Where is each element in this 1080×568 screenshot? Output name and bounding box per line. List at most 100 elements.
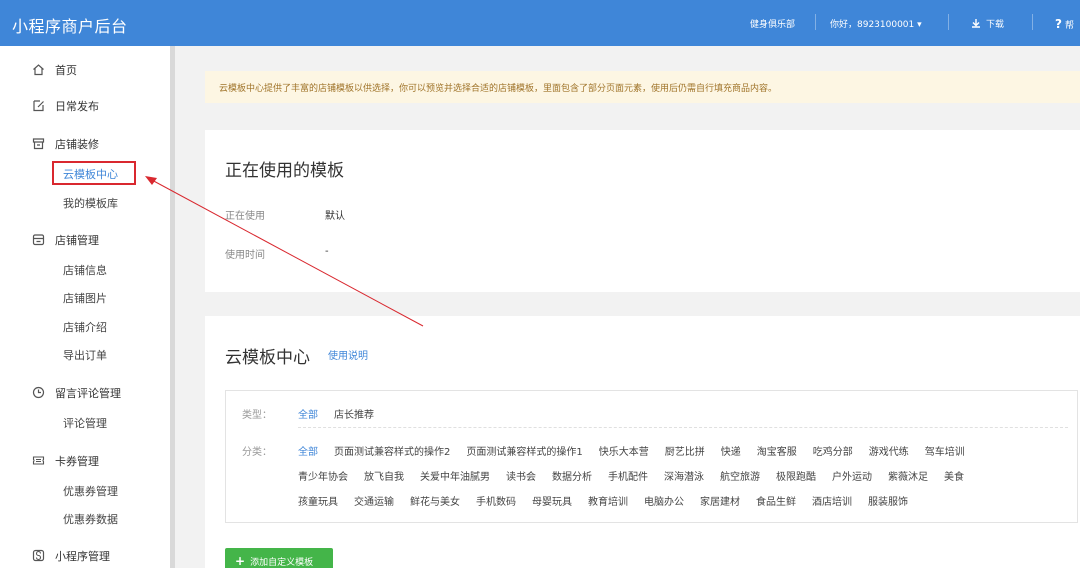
- category-option[interactable]: 交通运输: [354, 497, 394, 508]
- category-option[interactable]: 航空旅游: [720, 472, 760, 483]
- in-use-label: 正在使用: [225, 211, 265, 222]
- nav-store-intro[interactable]: 店铺介绍: [63, 319, 107, 335]
- add-custom-template-button[interactable]: + 添加自定义模板: [225, 548, 333, 568]
- category-option[interactable]: 关爱中年油腻男: [420, 472, 490, 483]
- current-template-title: 正在使用的模板: [225, 161, 344, 181]
- store-manage-icon: [32, 234, 45, 246]
- category-option[interactable]: 快递: [721, 447, 741, 458]
- plus-icon: +: [235, 554, 246, 568]
- nav-store-manage[interactable]: 店铺管理: [32, 232, 99, 248]
- category-option[interactable]: 孩童玩具: [298, 497, 338, 508]
- type-option[interactable]: 全部: [298, 410, 318, 421]
- category-option[interactable]: 吃鸡分部: [813, 447, 853, 458]
- nav-store-images[interactable]: 店铺图片: [63, 290, 107, 306]
- nav-shop-decorate[interactable]: 店铺装修: [32, 136, 99, 152]
- cloud-template-panel: 云模板中心 使用说明 类型： 全部 店长推荐 分类： 全部 页面测试兼容样式的操作2…: [205, 316, 1080, 568]
- in-use-value: 默认: [325, 211, 345, 222]
- template-filter: 类型： 全部 店长推荐 分类： 全部 页面测试兼容样式的操作2 页面测试兼容样式的操作…: [225, 390, 1078, 523]
- category-option[interactable]: 放飞自我: [364, 472, 404, 483]
- shop-icon: [32, 138, 45, 150]
- type-filter-options: 全部 店长推荐: [298, 406, 390, 421]
- type-filter-label: 类型：: [242, 410, 272, 421]
- nav-miniapp-manage-label: 小程序管理: [55, 550, 110, 563]
- category-option[interactable]: 家居建材: [700, 497, 740, 508]
- category-option[interactable]: 数据分析: [552, 472, 592, 483]
- filter-divider: [298, 427, 1068, 428]
- category-option[interactable]: 全部: [298, 447, 318, 458]
- category-option[interactable]: 手机配件: [608, 472, 648, 483]
- category-option[interactable]: 游戏代练: [869, 447, 909, 458]
- ticket-icon: [32, 456, 45, 465]
- nav-coupon-manage-label: 卡券管理: [55, 455, 99, 468]
- type-option[interactable]: 店长推荐: [334, 410, 374, 421]
- category-option[interactable]: 手机数码: [476, 497, 516, 508]
- add-custom-template-label: 添加自定义模板: [250, 558, 314, 568]
- nav-store-info[interactable]: 店铺信息: [63, 262, 107, 278]
- usage-instructions-link[interactable]: 使用说明: [328, 347, 368, 362]
- category-option[interactable]: 极限跑酷: [776, 472, 816, 483]
- category-options-row-3: 孩童玩具 交通运输 鲜花与美女 手机数码 母婴玩具 教育培训 电脑办公 家居建材 食品生鲜 酒店培…: [298, 493, 924, 508]
- nav-coupon-list[interactable]: 优惠券管理: [63, 483, 118, 499]
- category-option[interactable]: 服装服饰: [868, 497, 908, 508]
- active-highlight-box: [52, 161, 136, 185]
- nav-export-orders[interactable]: 导出订单: [63, 347, 107, 363]
- clock-icon: [32, 386, 45, 399]
- category-option[interactable]: 母婴玩具: [532, 497, 572, 508]
- account-menu[interactable]: 你好，8923100001 ▾: [830, 17, 922, 30]
- nav-store-manage-label: 店铺管理: [55, 234, 99, 247]
- category-option[interactable]: 读书会: [506, 472, 536, 483]
- download-icon: [972, 19, 980, 28]
- sidebar-scrollbar[interactable]: [170, 46, 175, 568]
- nav-coupon-manage[interactable]: 卡券管理: [32, 453, 99, 469]
- download-button[interactable]: 下载: [971, 17, 1004, 30]
- category-option[interactable]: 酒店培训: [812, 497, 852, 508]
- brand-title[interactable]: 小程序商户后台: [12, 13, 128, 37]
- category-option[interactable]: 快乐大本营: [599, 447, 649, 458]
- help-label: 帮: [1064, 21, 1074, 31]
- divider: [1032, 14, 1033, 30]
- app-icon: [32, 549, 45, 562]
- category-option[interactable]: 电脑办公: [644, 497, 684, 508]
- category-option[interactable]: 户外运动: [832, 472, 872, 483]
- nav-daily-publish[interactable]: 日常发布: [32, 98, 99, 114]
- category-option[interactable]: 厨艺比拼: [665, 447, 705, 458]
- divider: [948, 14, 949, 30]
- nav-daily-publish-label: 日常发布: [55, 100, 99, 113]
- usage-time-value: -: [325, 246, 329, 257]
- cloud-template-title: 云模板中心: [225, 348, 310, 368]
- nav-my-template-library[interactable]: 我的模板库: [63, 195, 118, 211]
- store-name-link[interactable]: 健身俱乐部: [750, 17, 795, 30]
- nav-shop-decorate-label: 店铺装修: [55, 138, 99, 151]
- category-option[interactable]: 深海潜泳: [664, 472, 704, 483]
- category-option[interactable]: 食品生鲜: [756, 497, 796, 508]
- top-bar: 小程序商户后台 健身俱乐部 你好，8923100001 ▾ 下载 ? 帮: [0, 0, 1080, 46]
- home-icon: [33, 64, 44, 76]
- category-option[interactable]: 淘宝客服: [757, 447, 797, 458]
- nav-home-label: 首页: [55, 64, 77, 77]
- nav-home[interactable]: 首页: [32, 62, 77, 78]
- category-option[interactable]: 鲜花与美女: [410, 497, 460, 508]
- category-option[interactable]: 页面测试兼容样式的操作1: [466, 447, 582, 458]
- divider: [815, 14, 816, 30]
- help-icon: ?: [1055, 17, 1062, 31]
- category-option[interactable]: 青少年协会: [298, 472, 348, 483]
- notice-banner: 云模板中心提供了丰富的店铺模板以供选择，你可以预览并选择合适的店铺模板，里面包含…: [205, 71, 1080, 103]
- current-template-panel: 正在使用的模板 正在使用 默认 使用时间 -: [205, 130, 1080, 292]
- help-button[interactable]: ? 帮: [1055, 17, 1074, 31]
- category-options-row-2: 青少年协会 放飞自我 关爱中年油腻男 读书会 数据分析 手机配件 深海潜泳 航空旅游 极限跑酷 户…: [298, 468, 980, 483]
- category-options-row-1: 全部 页面测试兼容样式的操作2 页面测试兼容样式的操作1 快乐大本营 厨艺比拼 快递 淘宝客…: [298, 443, 981, 458]
- category-option[interactable]: 教育培训: [588, 497, 628, 508]
- download-label: 下载: [986, 20, 1005, 30]
- nav-coupon-data[interactable]: 优惠券数据: [63, 511, 118, 527]
- nav-comment-manage-label: 留言评论管理: [55, 387, 121, 400]
- category-filter-label: 分类：: [242, 447, 272, 458]
- usage-time-label: 使用时间: [225, 250, 265, 261]
- category-option[interactable]: 美食: [944, 472, 964, 483]
- edit-icon: [33, 100, 44, 112]
- nav-comment-manage[interactable]: 留言评论管理: [32, 385, 121, 401]
- category-option[interactable]: 紫薇沐足: [888, 472, 928, 483]
- category-option[interactable]: 驾车培训: [925, 447, 965, 458]
- nav-miniapp-manage[interactable]: 小程序管理: [32, 548, 110, 564]
- category-option[interactable]: 页面测试兼容样式的操作2: [334, 447, 450, 458]
- nav-review-manage[interactable]: 评论管理: [63, 415, 107, 431]
